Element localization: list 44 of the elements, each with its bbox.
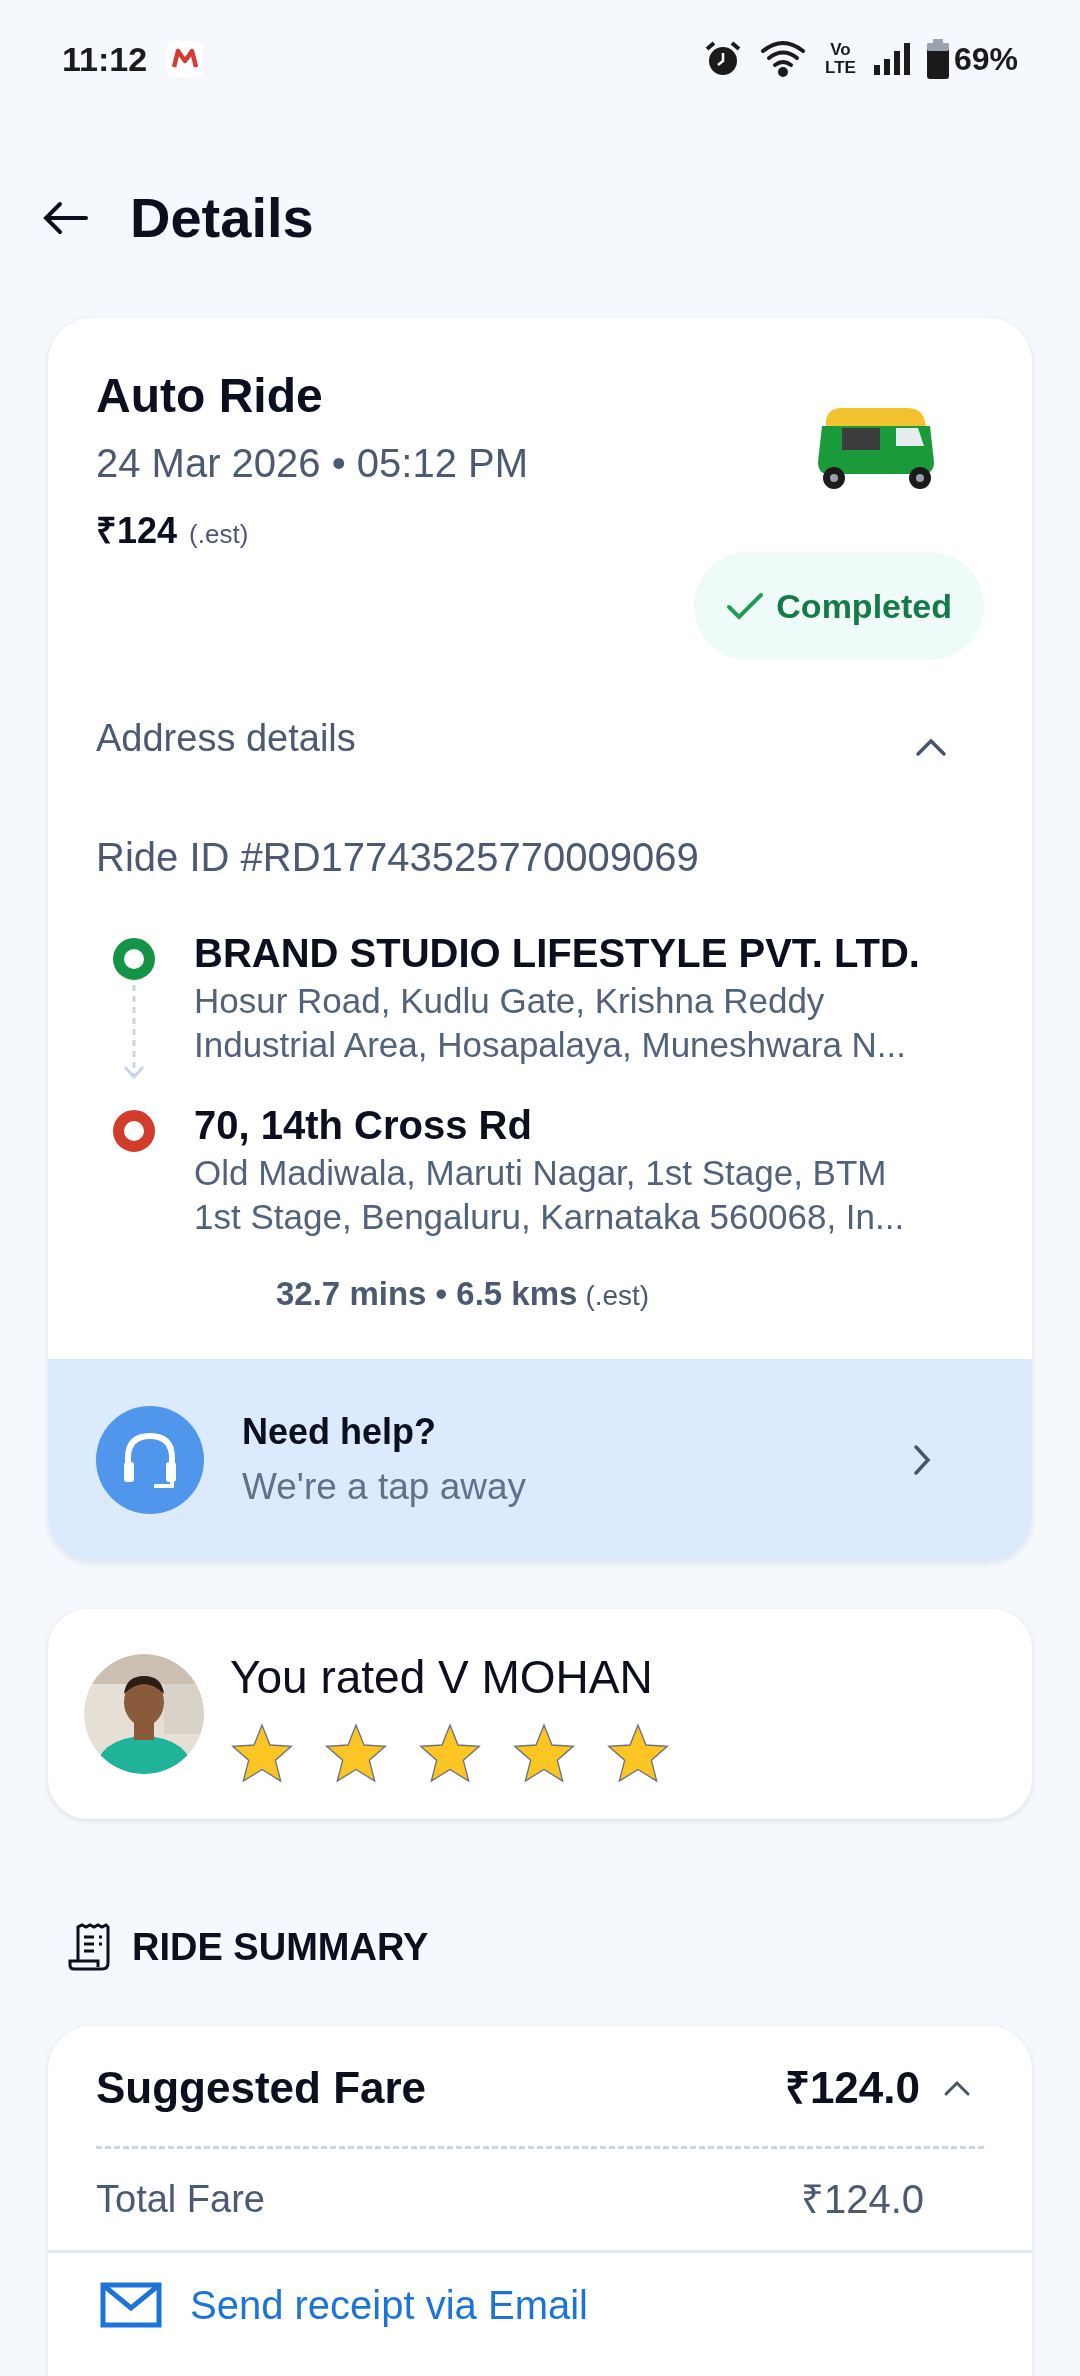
help-banner[interactable]: Need help? We're a tap away	[48, 1358, 1032, 1561]
status-badge: Completed	[694, 552, 984, 660]
headset-icon	[96, 1405, 204, 1514]
collapse-icon[interactable]	[914, 736, 948, 758]
address-details-toggle[interactable]: Address details	[96, 710, 356, 767]
ride-datetime: 24 Mar 2026 • 05:12 PM	[96, 440, 529, 487]
fare-row-value: ₹124.0	[800, 2176, 924, 2223]
drop-marker-icon	[112, 1109, 156, 1153]
network-type-label: Vo LTE	[825, 41, 856, 77]
fare-note: (.est)	[189, 518, 249, 551]
star-icon	[606, 1722, 670, 1784]
help-title: Need help?	[242, 1409, 438, 1454]
fare-total: ₹124.0	[784, 2061, 920, 2114]
stop-name: 70, 14th Cross Rd	[194, 1102, 533, 1149]
trip-estimate: 32.7 mins • 6.5 kms	[276, 1274, 578, 1314]
check-icon	[726, 591, 765, 621]
fare-title: Suggested Fare	[96, 2061, 427, 2114]
back-arrow-icon[interactable]	[42, 200, 90, 236]
fare-amount: ₹124	[96, 509, 178, 553]
fare-row-label: Total Fare	[96, 2176, 265, 2222]
send-receipt-link[interactable]: Send receipt via Email	[190, 2274, 588, 2335]
ride-id: Ride ID #RD17743525770009069	[96, 834, 700, 881]
trip-note: (.est)	[585, 1279, 650, 1313]
stop-address: Hosur Road, Kudlu Gate, Krishna Reddy Industrial Area, Hosapalaya, Muneshwara N...	[194, 980, 908, 1066]
star-icon	[418, 1722, 482, 1784]
star-icon	[324, 1722, 388, 1784]
stop-name: BRAND STUDIO LIFESTYLE PVT. LTD.	[194, 930, 920, 977]
star-icon	[230, 1722, 294, 1784]
notification-icon	[167, 41, 204, 77]
pickup-marker-icon	[112, 937, 156, 981]
page-title: Details	[130, 185, 314, 251]
battery-percent: 69%	[953, 40, 1018, 79]
signal-icon	[871, 41, 910, 77]
ride-title: Auto Ride	[96, 368, 324, 424]
email-icon[interactable]	[100, 2281, 162, 2328]
stop-address: Old Madiwala, Maruti Nagar, 1st Stage, BTM 1st Stage, Bengaluru, Karnataka 560068, In...	[194, 1152, 905, 1238]
star-icon	[512, 1722, 576, 1784]
rating-label: You rated V MOHAN	[230, 1650, 654, 1705]
battery-icon	[925, 39, 950, 79]
clock-time: 11:12	[62, 38, 148, 80]
receipt-icon	[68, 1923, 112, 1971]
section-heading: RIDE SUMMARY	[132, 1924, 429, 1970]
chevron-right-icon	[912, 1442, 932, 1477]
help-subtitle: We're a tap away	[242, 1464, 528, 1509]
